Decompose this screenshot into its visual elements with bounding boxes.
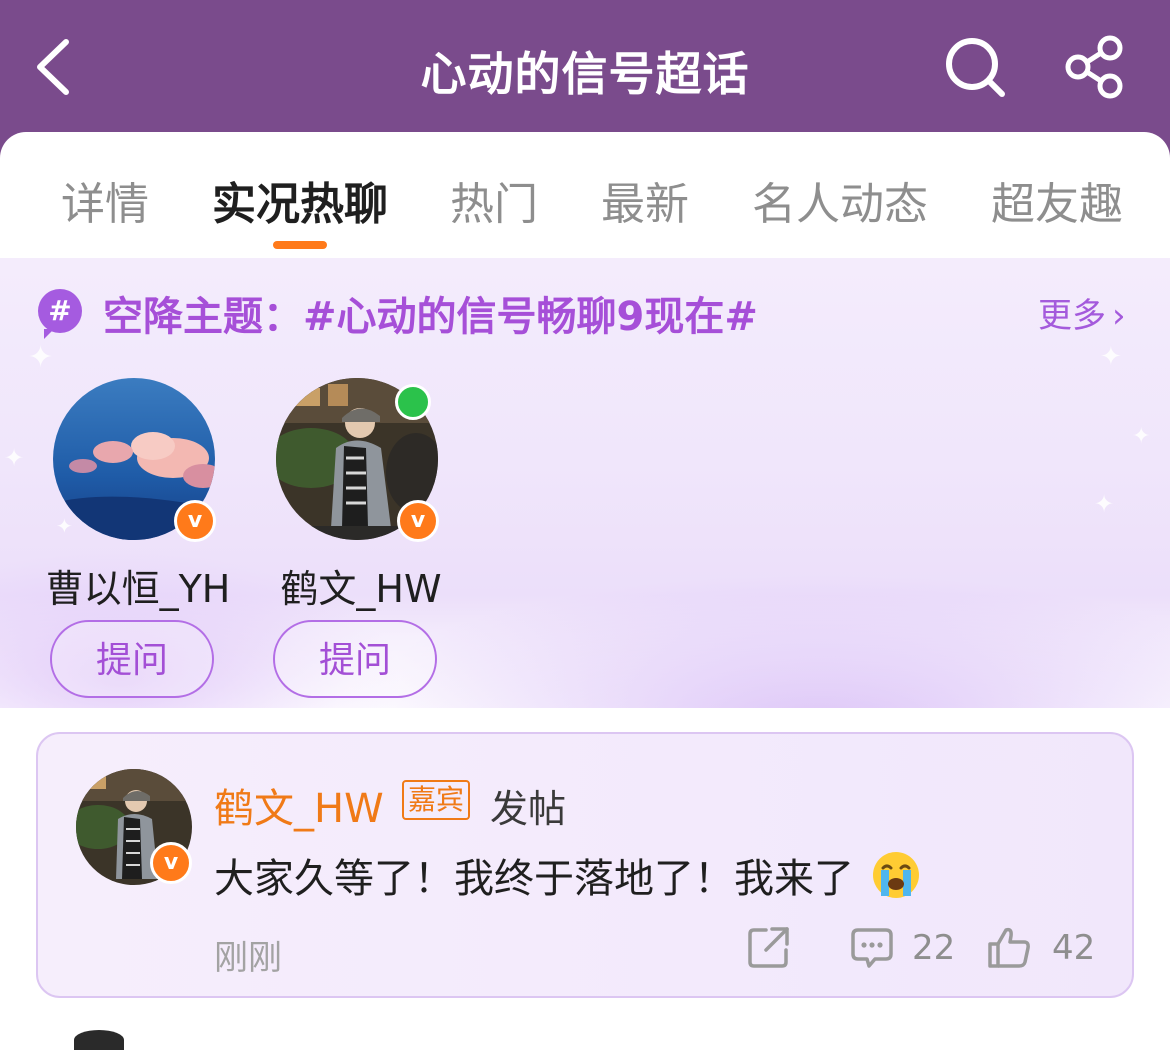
sparkle-decoration: ✦ [56,514,73,538]
ask-question-button[interactable]: 提问 [273,620,437,698]
next-post-avatar-peek [74,1030,124,1050]
chevron-right-icon: › [1112,296,1126,336]
sparkle-decoration: ✦ [1100,342,1122,372]
tab-bar: 详情 实况热聊 热门 最新 名人动态 超友趣 [0,132,1170,260]
verified-badge: v [150,842,192,884]
post-action-label: 发帖 [490,787,567,831]
airdrop-topic-title: 空降主题：#心动的信号畅聊9现在# [103,294,758,340]
active-tab-indicator [273,241,327,249]
verified-badge: v [174,500,216,542]
like-button[interactable] [986,924,1032,970]
sparkle-decoration: ✦ [1132,424,1151,449]
post-content: 大家久等了！我终于落地了！我来了 [214,846,921,904]
comment-count: 22 [912,928,956,968]
post-author-name[interactable]: 鹤文_HW [214,776,384,834]
comment-button[interactable] [849,924,895,970]
like-count: 42 [1052,928,1096,968]
airdrop-topic-section: ✦ ✦ ✦ ✦ ✦ ✦ # 空降主题：#心动的信号畅聊9现在# 更多 › v 曹… [0,258,1170,708]
share-button[interactable] [1060,32,1130,102]
sparkle-decoration: ✦ [28,340,54,375]
online-status-dot [395,384,431,420]
guest-name: 鹤文_HW [280,567,442,611]
ask-question-button[interactable]: 提问 [50,620,214,698]
tab-celebrity-updates[interactable]: 名人动态 [752,168,928,232]
share-icon [748,927,789,968]
tab-fan-fun[interactable]: 超友趣 [991,168,1123,232]
thumbs-up-icon [988,927,1030,968]
more-label: 更多 [1038,296,1106,336]
search-button[interactable] [940,32,1010,102]
post-card[interactable]: v 鹤文_HW 嘉宾 发帖 大家久等了！我终于落地了！我来了 刚刚 22 42 [36,732,1134,998]
share-post-button[interactable] [746,924,792,970]
share-icon [1065,35,1123,99]
tab-live-chat[interactable]: 实况热聊 [212,168,388,232]
guest-name: 曹以恒_YH [45,567,231,611]
post-text: 大家久等了！我终于落地了！我来了 [214,856,854,902]
tab-latest[interactable]: 最新 [601,168,689,232]
hashtag-icon: # [38,289,82,339]
sparkle-decoration: ✦ [1094,490,1115,518]
sparkle-decoration: ✦ [4,444,25,472]
verified-badge: v [397,500,439,542]
post-timestamp: 刚刚 [214,938,282,978]
comment-icon [851,928,893,968]
search-icon [946,38,1005,97]
guest-badge: 嘉宾 [402,780,471,820]
tab-details[interactable]: 详情 [61,168,149,232]
more-link[interactable]: 更多 › [1038,288,1126,337]
tab-hot[interactable]: 热门 [450,168,538,232]
loudly-crying-face-emoji [872,852,919,898]
